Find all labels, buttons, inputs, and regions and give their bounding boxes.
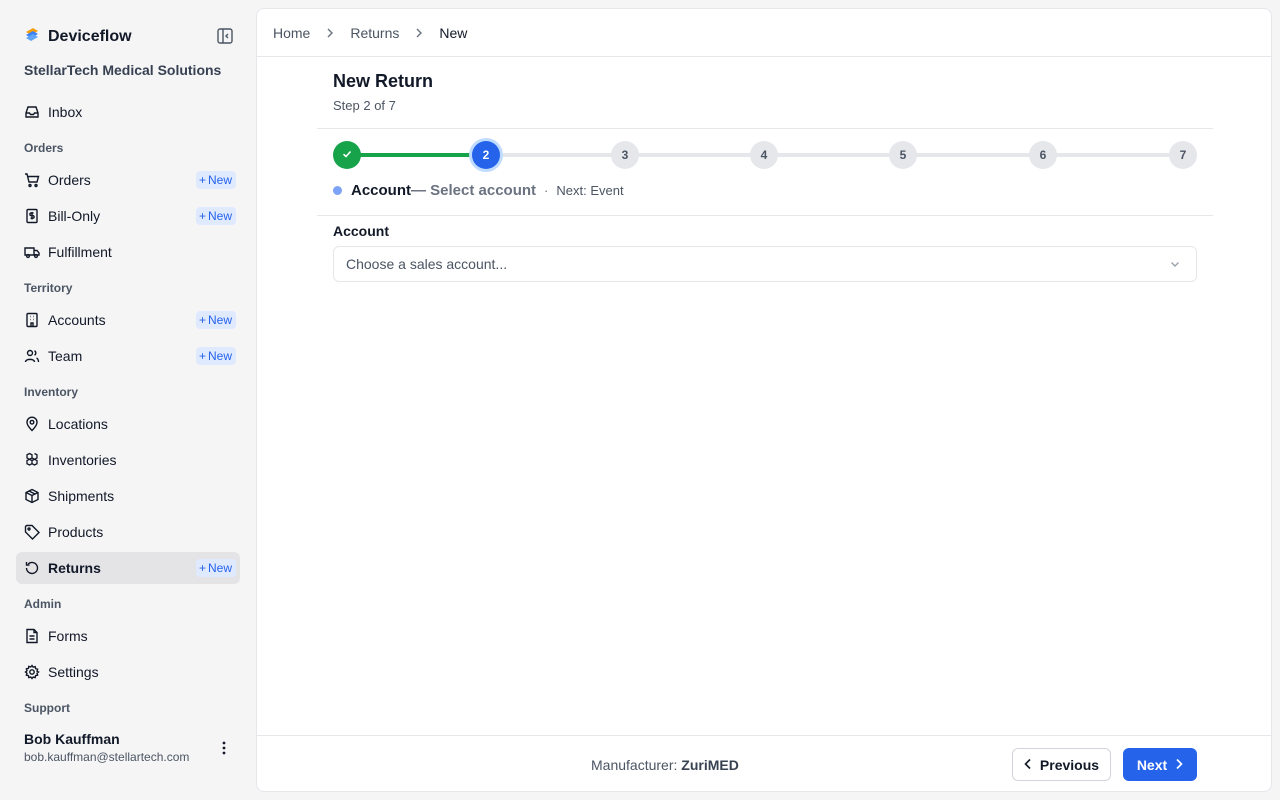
- sidebar-item-team[interactable]: Team + New: [16, 340, 240, 372]
- cart-icon: [24, 172, 40, 188]
- new-order-button[interactable]: + New: [195, 171, 236, 189]
- package-icon: [24, 488, 40, 504]
- new-team-member-button[interactable]: + New: [195, 347, 236, 365]
- step-6[interactable]: 6: [1029, 141, 1057, 169]
- stepper-track-1: [347, 153, 486, 157]
- breadcrumb-returns[interactable]: Returns: [350, 25, 399, 41]
- tag-icon: [24, 524, 40, 540]
- plus-icon: +: [198, 209, 206, 223]
- new-return-button[interactable]: + New: [195, 559, 236, 577]
- step-5[interactable]: 5: [889, 141, 917, 169]
- footer-divider: [257, 735, 1271, 736]
- sidebar-item-settings[interactable]: Settings: [16, 656, 240, 688]
- chevron-left-icon: [1024, 757, 1032, 773]
- sidebar-item-inventories[interactable]: Inventories: [16, 444, 240, 476]
- brand[interactable]: Deviceflow: [24, 26, 132, 47]
- plus-icon: +: [198, 349, 206, 363]
- sidebar-item-inbox[interactable]: Inbox: [16, 96, 240, 128]
- step-separator: ·: [544, 183, 549, 198]
- truck-icon: [24, 244, 40, 260]
- stepper-track-6: [1043, 153, 1183, 157]
- step-3[interactable]: 3: [611, 141, 639, 169]
- chevron-right-icon: [411, 25, 427, 41]
- main-panel: Home Returns New New Return Step 2 of 7 …: [256, 8, 1272, 792]
- collapse-sidebar-icon[interactable]: [216, 27, 234, 45]
- plus-icon: +: [198, 313, 206, 327]
- sidebar-item-returns[interactable]: Returns + New: [16, 552, 240, 584]
- page-title: New Return: [333, 71, 434, 91]
- more-vertical-icon[interactable]: [214, 738, 234, 758]
- new-bill-only-button[interactable]: + New: [195, 207, 236, 225]
- account-select[interactable]: Choose a sales account...: [333, 246, 1197, 282]
- app-name: Deviceflow: [48, 27, 132, 45]
- user-name: Bob Kauffman: [24, 731, 120, 747]
- section-orders: Orders: [24, 141, 64, 155]
- chevron-right-icon: [322, 25, 338, 41]
- user-email: bob.kauffman@stellartech.com: [24, 750, 190, 764]
- account-select-placeholder: Choose a sales account...: [346, 256, 508, 272]
- breadcrumb-home[interactable]: Home: [273, 25, 310, 41]
- stepper-divider-bottom: [317, 215, 1213, 216]
- gear-icon: [24, 664, 40, 680]
- breadcrumb-current: New: [439, 25, 468, 41]
- section-admin: Admin: [24, 597, 62, 611]
- current-step-name: Account: [351, 182, 411, 199]
- manufacturer-value: ZuriMED: [681, 757, 739, 773]
- sidebar: Deviceflow StellarTech Medical Solutions…: [0, 0, 256, 800]
- stepper-track-2: [486, 153, 625, 157]
- check-icon: [341, 148, 353, 163]
- rotate-ccw-icon: [24, 560, 40, 576]
- deviceflow-logo-icon: [24, 26, 40, 47]
- next-button[interactable]: Next: [1123, 748, 1197, 781]
- map-pin-icon: [24, 416, 40, 432]
- plus-icon: +: [198, 173, 206, 187]
- organization-name: StellarTech Medical Solutions: [24, 62, 222, 78]
- account-field-label: Account: [333, 223, 389, 239]
- next-step-label: Next: Event: [556, 183, 624, 198]
- current-step-description: — Select account: [411, 182, 537, 199]
- sidebar-item-fulfillment[interactable]: Fulfillment: [16, 236, 240, 268]
- stepper-track-4: [764, 153, 903, 157]
- sidebar-item-orders[interactable]: Orders + New: [16, 164, 240, 196]
- stepper: 2 3 4 5 6 7: [333, 141, 1197, 169]
- step-2-current[interactable]: 2: [472, 141, 500, 169]
- stepper-divider-top: [317, 128, 1213, 129]
- user-profile[interactable]: Bob Kauffman bob.kauffman@stellartech.co…: [24, 731, 189, 764]
- stepper-track-3: [625, 153, 764, 157]
- sidebar-item-bill-only[interactable]: Bill-Only + New: [16, 200, 240, 232]
- building-icon: [24, 312, 40, 328]
- section-inventory: Inventory: [24, 385, 79, 399]
- chevron-down-icon: [1168, 257, 1182, 271]
- sidebar-item-accounts[interactable]: Accounts + New: [16, 304, 240, 336]
- plus-icon: +: [198, 561, 206, 575]
- sidebar-item-forms[interactable]: Forms: [16, 620, 240, 652]
- users-icon: [24, 348, 40, 364]
- section-territory: Territory: [24, 281, 73, 295]
- section-support[interactable]: Support: [24, 701, 70, 715]
- new-account-button[interactable]: + New: [195, 311, 236, 329]
- sidebar-item-products[interactable]: Products: [16, 516, 240, 548]
- chevron-right-icon: [1175, 757, 1183, 773]
- stepper-track-5: [903, 153, 1043, 157]
- step-7[interactable]: 7: [1169, 141, 1197, 169]
- header-divider: [257, 56, 1271, 57]
- manufacturer-info: Manufacturer: ZuriMED: [591, 757, 739, 773]
- status-dot: [333, 186, 342, 195]
- sidebar-item-locations[interactable]: Locations: [16, 408, 240, 440]
- step-4[interactable]: 4: [750, 141, 778, 169]
- breadcrumb: Home Returns New: [273, 25, 467, 41]
- current-step-info: Account — Select account · Next: Event: [333, 182, 624, 199]
- file-text-icon: [24, 628, 40, 644]
- receipt-icon: [24, 208, 40, 224]
- step-1-complete[interactable]: [333, 141, 361, 169]
- boxes-icon: [24, 452, 40, 468]
- inbox-icon: [24, 104, 40, 120]
- sidebar-item-shipments[interactable]: Shipments: [16, 480, 240, 512]
- page-subtitle: Step 2 of 7: [333, 98, 396, 113]
- previous-button[interactable]: Previous: [1012, 748, 1111, 781]
